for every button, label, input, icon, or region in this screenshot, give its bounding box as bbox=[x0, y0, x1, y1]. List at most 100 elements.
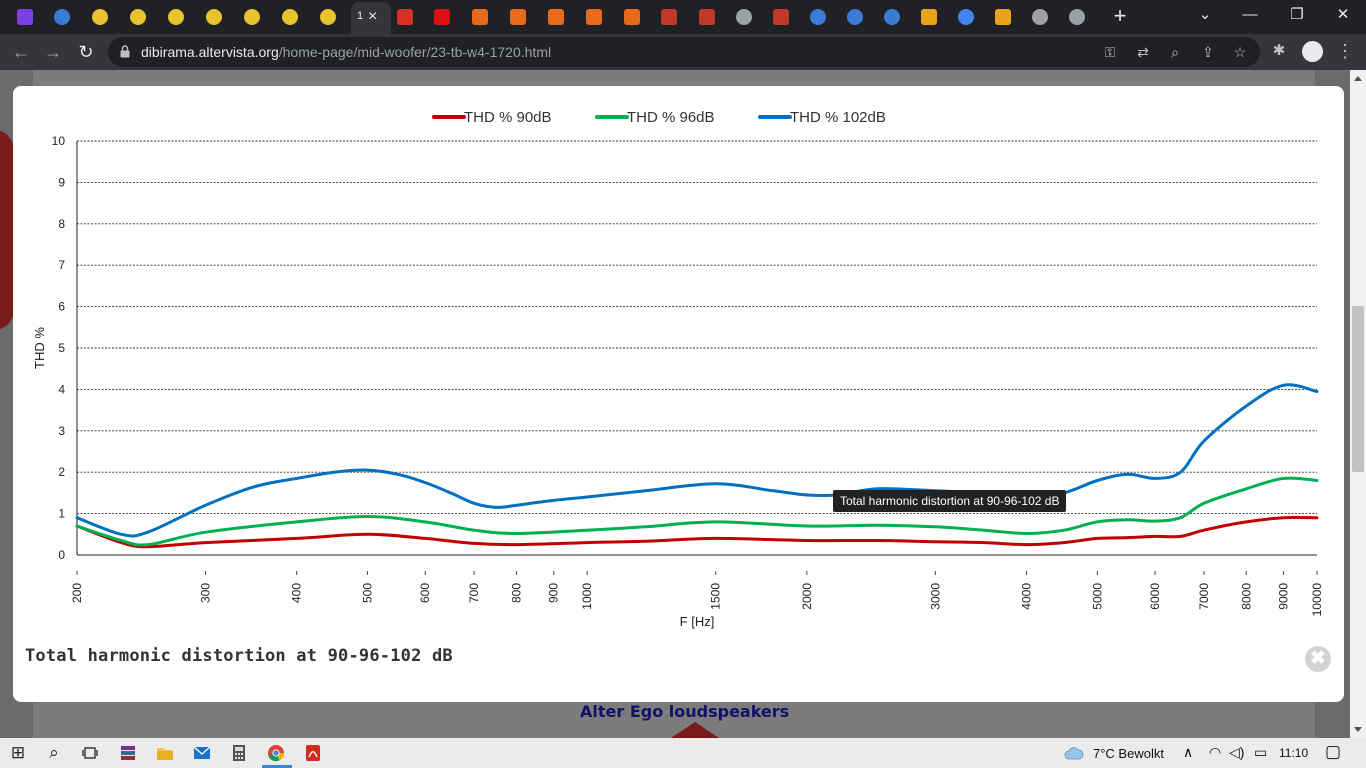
share-icon[interactable]: ⇪ bbox=[1198, 42, 1218, 62]
image-tooltip: Total harmonic distortion at 90-96-102 d… bbox=[833, 490, 1067, 512]
browser-tab[interactable] bbox=[727, 4, 761, 30]
chrome-icon[interactable] bbox=[266, 743, 286, 763]
forward-button[interactable]: → bbox=[40, 39, 66, 65]
winrar-icon[interactable] bbox=[118, 743, 138, 763]
color-wheel-icon bbox=[282, 9, 298, 25]
task-view-icon[interactable] bbox=[80, 743, 100, 763]
active-tab[interactable]: 1 × bbox=[351, 2, 391, 34]
minimize-button[interactable]: — bbox=[1236, 3, 1264, 27]
browser-tab[interactable] bbox=[539, 4, 573, 30]
star-logo-icon bbox=[548, 9, 564, 25]
red-wave-icon bbox=[699, 9, 715, 25]
new-tab-button[interactable]: + bbox=[1109, 4, 1131, 28]
wifi-icon[interactable]: ◠ bbox=[1209, 744, 1221, 761]
browser-tab[interactable] bbox=[801, 4, 835, 30]
globe-icon bbox=[1032, 9, 1048, 25]
star-logo-icon bbox=[624, 9, 640, 25]
y-tick-label: 4 bbox=[58, 382, 65, 396]
scroll-down-icon[interactable] bbox=[1354, 727, 1362, 732]
page-scrollbar[interactable] bbox=[1350, 70, 1366, 738]
browser-tab[interactable] bbox=[501, 4, 535, 30]
menu-icon[interactable]: ⋮ bbox=[1336, 40, 1354, 64]
volume-icon[interactable]: ◁) bbox=[1229, 744, 1244, 761]
file-explorer-icon[interactable] bbox=[155, 743, 175, 763]
x-tick-label: 3000 bbox=[928, 583, 942, 610]
browser-tab[interactable] bbox=[986, 4, 1020, 30]
star-logo-icon bbox=[510, 9, 526, 25]
browser-tab[interactable] bbox=[388, 4, 422, 30]
battery-icon[interactable]: ▭ bbox=[1254, 744, 1267, 761]
scroll-thumb[interactable] bbox=[1352, 306, 1364, 472]
browser-tab[interactable] bbox=[83, 4, 117, 30]
lock-icon[interactable] bbox=[120, 45, 130, 58]
google-icon bbox=[958, 9, 974, 25]
bookmark-star-icon[interactable]: ☆ bbox=[1230, 42, 1250, 62]
browser-tab[interactable] bbox=[8, 4, 42, 30]
address-bar[interactable]: dibirama.altervista.org/home-page/mid-wo… bbox=[108, 37, 1260, 67]
browser-tab[interactable] bbox=[425, 4, 459, 30]
browser-tab[interactable] bbox=[949, 4, 983, 30]
browser-tab[interactable] bbox=[45, 4, 79, 30]
y-tick-label: 5 bbox=[58, 341, 65, 355]
browser-tab[interactable] bbox=[159, 4, 193, 30]
browser-tab[interactable] bbox=[1060, 4, 1094, 30]
lightbox-close-button[interactable]: ✖ bbox=[1305, 646, 1331, 672]
browser-tab[interactable] bbox=[875, 4, 909, 30]
browser-tab[interactable] bbox=[615, 4, 649, 30]
browser-tab[interactable] bbox=[577, 4, 611, 30]
weather-text[interactable]: 7°C Bewolkt bbox=[1093, 746, 1164, 761]
y-tick-label: 2 bbox=[58, 465, 65, 479]
legend-label: THD % 102dB bbox=[790, 109, 886, 126]
notification-icon[interactable]: ▢ bbox=[1325, 742, 1341, 762]
footer-link[interactable]: Alter Ego loudspeakers bbox=[580, 702, 789, 721]
restore-button[interactable]: ❐ bbox=[1283, 3, 1311, 27]
legend-label: THD % 90dB bbox=[464, 109, 552, 126]
key-icon[interactable]: ⚿ bbox=[1100, 42, 1120, 62]
browser-tab[interactable] bbox=[1023, 4, 1057, 30]
translate-icon[interactable]: ⇄ bbox=[1133, 42, 1153, 62]
browser-tab[interactable] bbox=[197, 4, 231, 30]
wave-logo-icon bbox=[810, 9, 826, 25]
x-tick-label: 300 bbox=[199, 583, 213, 603]
x-tick-label: 6000 bbox=[1148, 583, 1162, 610]
x-tick-label: 9000 bbox=[1277, 583, 1291, 610]
scroll-up-icon[interactable] bbox=[1354, 76, 1362, 81]
start-button[interactable]: ⊞ bbox=[8, 743, 28, 763]
color-wheel-icon bbox=[92, 9, 108, 25]
browser-tab[interactable] bbox=[463, 4, 497, 30]
decorative-triangle bbox=[665, 722, 725, 738]
reload-button[interactable]: ↻ bbox=[73, 39, 99, 65]
tab-close-icon[interactable]: × bbox=[368, 7, 377, 27]
browser-tab[interactable] bbox=[690, 4, 724, 30]
weather-icon[interactable] bbox=[1064, 743, 1084, 763]
tray-caret-icon[interactable]: ∧ bbox=[1183, 744, 1193, 761]
image-lightbox: 0 1 2 3 4 5 6 7 8 9 10 200 300 400 500 600 700 800 900 1000… bbox=[13, 86, 1344, 702]
browser-tab[interactable] bbox=[912, 4, 946, 30]
browser-tab[interactable] bbox=[235, 4, 269, 30]
browser-tab[interactable] bbox=[311, 4, 345, 30]
browser-tab[interactable] bbox=[652, 4, 686, 30]
back-button[interactable]: ← bbox=[8, 39, 34, 65]
wave-logo-icon bbox=[54, 9, 70, 25]
x-tick-label: 1000 bbox=[580, 583, 594, 610]
tab-search-icon[interactable]: ⌄ bbox=[1191, 3, 1219, 27]
search-icon[interactable]: ⌕ bbox=[44, 743, 64, 763]
browser-tab[interactable] bbox=[273, 4, 307, 30]
url-host: dibirama.altervista.org bbox=[141, 44, 279, 60]
close-window-button[interactable]: ✕ bbox=[1329, 3, 1357, 27]
mail-icon[interactable] bbox=[192, 743, 212, 763]
extensions-icon[interactable]: ✱ bbox=[1268, 40, 1290, 62]
x-tick-label: 900 bbox=[547, 583, 561, 603]
clock[interactable]: 11:10 bbox=[1279, 746, 1308, 760]
browser-tab[interactable] bbox=[838, 4, 872, 30]
url-text[interactable]: dibirama.altervista.org/home-page/mid-wo… bbox=[141, 44, 551, 60]
zoom-icon[interactable]: ⌕ bbox=[1165, 42, 1185, 62]
calculator-icon[interactable] bbox=[229, 743, 249, 763]
acrobat-icon[interactable] bbox=[303, 743, 323, 763]
pencil-icon bbox=[995, 9, 1011, 25]
purple-chevron-icon bbox=[17, 9, 33, 25]
browser-tab[interactable] bbox=[764, 4, 798, 30]
browser-tab[interactable] bbox=[121, 4, 155, 30]
profile-avatar[interactable] bbox=[1302, 41, 1323, 62]
url-path: /home-page/mid-woofer/23-tb-w4-1720.html bbox=[278, 44, 552, 60]
